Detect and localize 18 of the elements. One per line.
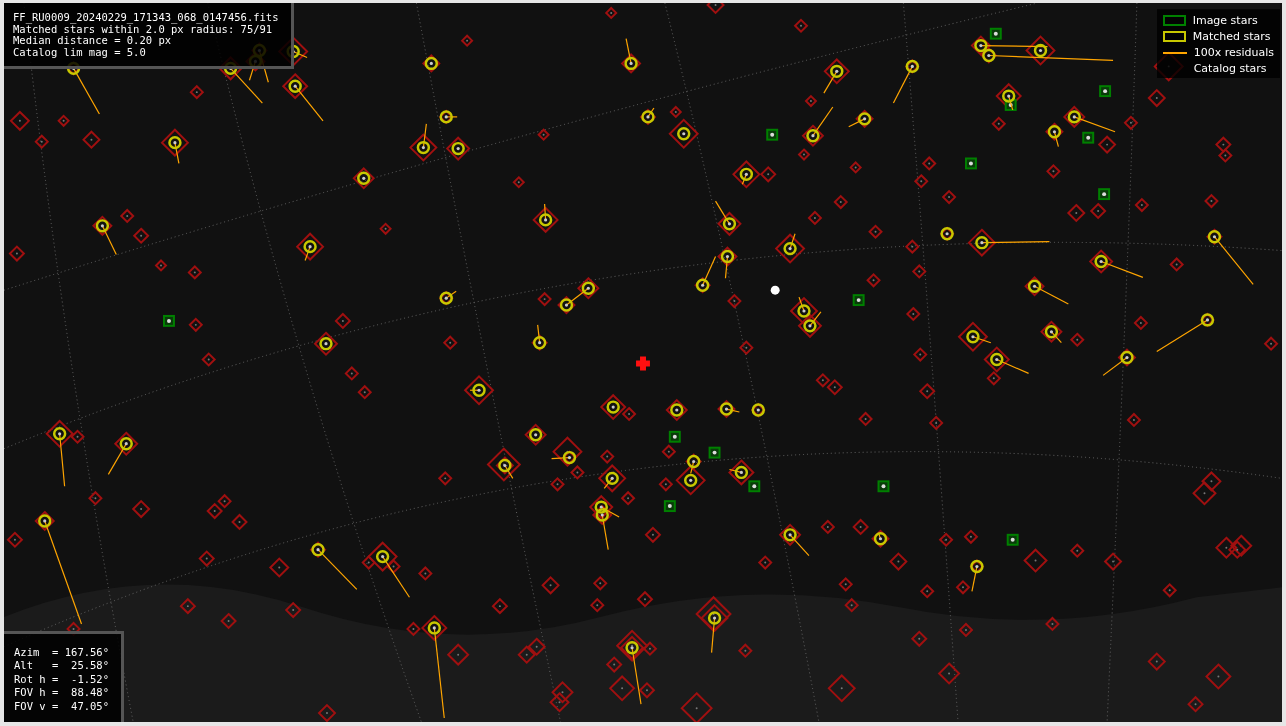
parameter-label: Alt = (14, 660, 59, 672)
parameter-label: FOV h = (14, 687, 59, 699)
parameter-value: -1.52° (70, 673, 110, 685)
info-text: FF_RU0009_20240229_171343_068_0147456.fits (13, 12, 279, 24)
parameter-label: FOV v = (14, 700, 59, 712)
legend-label: Image stars (1192, 14, 1258, 27)
info-text: Median distance = 0.20 px (13, 35, 172, 47)
parameter-label: Rot h = (14, 673, 59, 685)
info-text: Matched stars within 2.0 px radius: 75/91 (13, 23, 273, 35)
legend-label: 100x residuals (1193, 46, 1274, 59)
parameter-value: 47.05° (70, 700, 110, 712)
parameter-value: 25.58° (70, 660, 110, 672)
parameter-value: 167.56° (64, 646, 110, 658)
parameter-label: Azim = (14, 646, 59, 658)
legend-label: Catalog stars (1193, 62, 1267, 75)
parameter-value: 88.48° (70, 687, 110, 699)
legend-label: Matched stars (1192, 30, 1271, 43)
info-text: Catalog lim mag = 5.0 (13, 46, 147, 58)
